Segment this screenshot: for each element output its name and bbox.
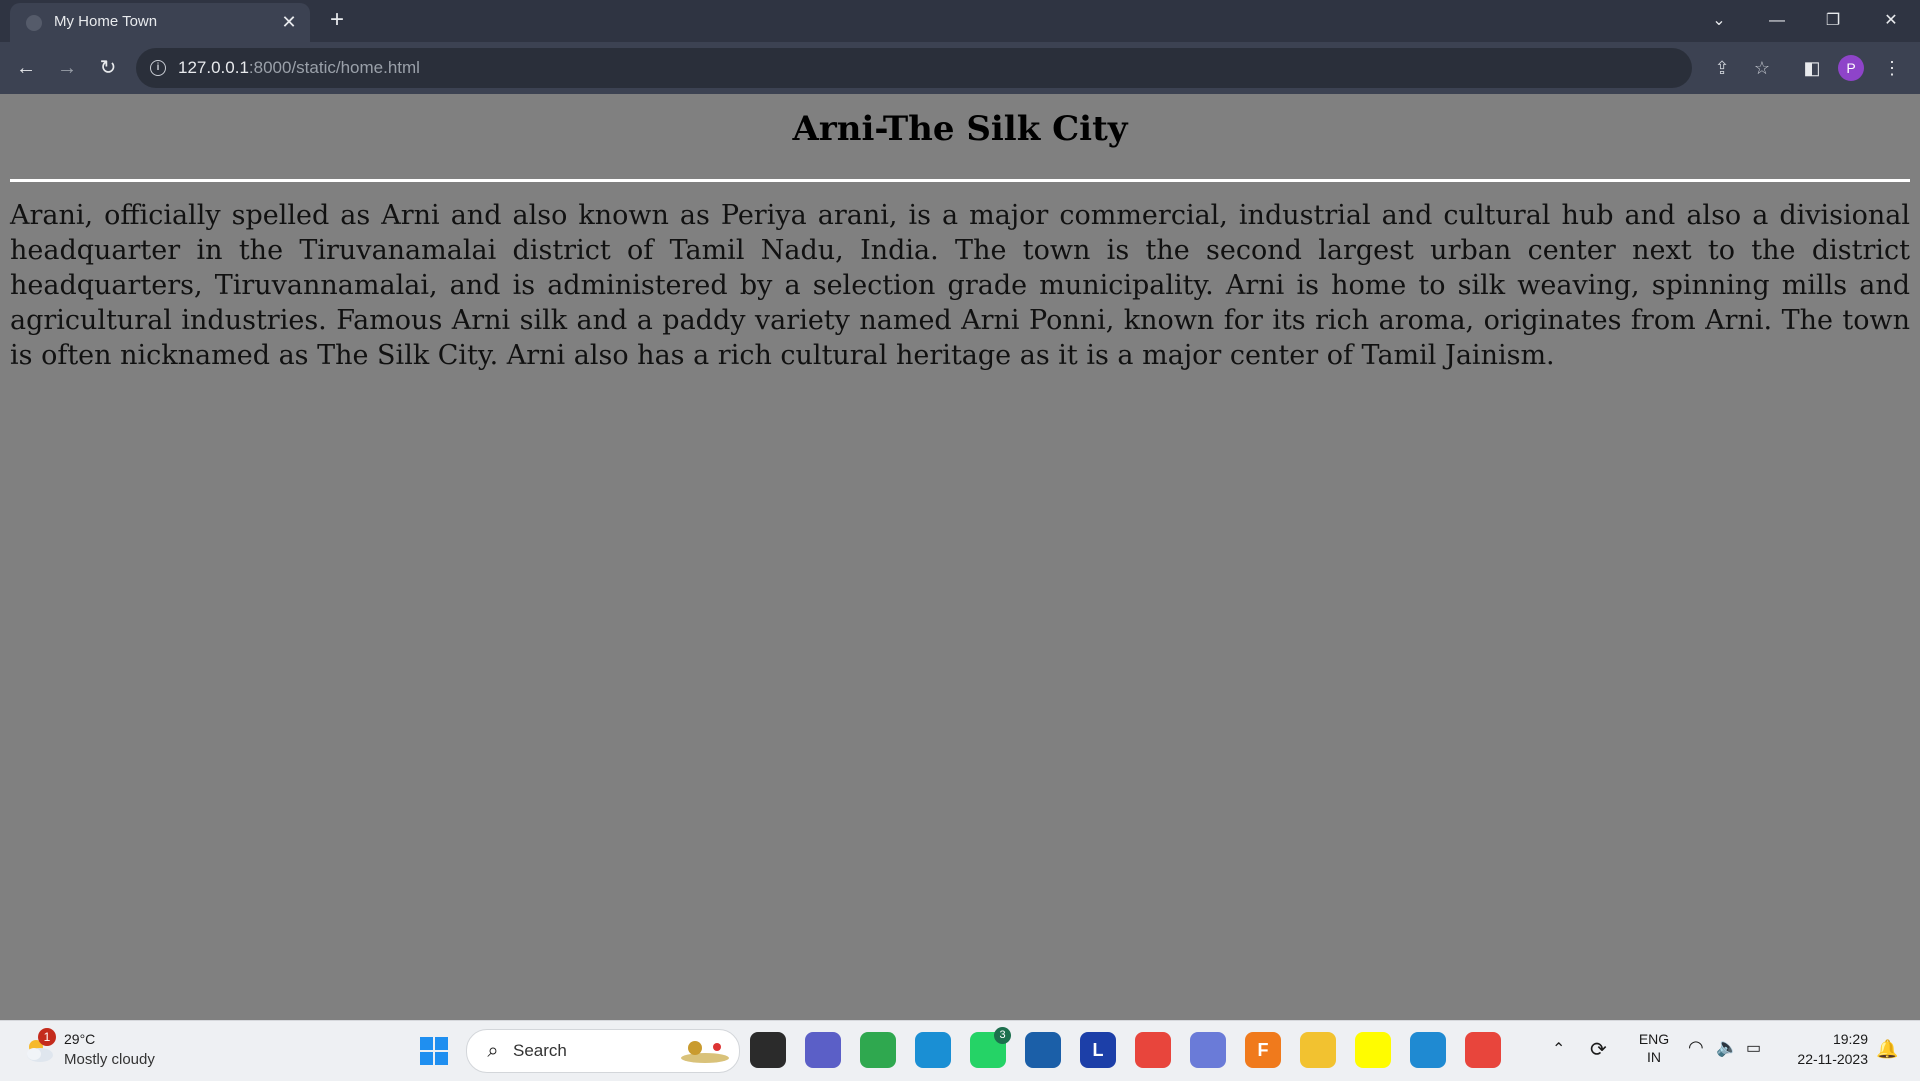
minimize-button[interactable]: —: [1760, 6, 1794, 36]
search-highlight-icon: [681, 1041, 729, 1063]
forward-button[interactable]: →: [51, 52, 83, 84]
tab-strip: My Home Town ✕ + ⌄ — ❐ ✕: [0, 0, 1920, 42]
close-tab-icon[interactable]: ✕: [278, 11, 300, 33]
windows-taskbar: 1 29°C Mostly cloudy ⌕ Search 3 L F ⌃ ⟳ EN…: [0, 1020, 1920, 1081]
side-panel-icon[interactable]: ◧: [1796, 52, 1828, 84]
snapchat-icon[interactable]: [1355, 1032, 1391, 1068]
a-app-icon[interactable]: [1190, 1032, 1226, 1068]
windows-start-icon[interactable]: [420, 1037, 448, 1065]
ms-store-icon[interactable]: [1025, 1032, 1061, 1068]
horizontal-rule: [10, 179, 1910, 182]
browser-tab[interactable]: My Home Town ✕: [10, 3, 310, 42]
weather-description[interactable]: Mostly cloudy: [64, 1051, 155, 1068]
vscode-icon[interactable]: [1410, 1032, 1446, 1068]
body-paragraph: Arani, officially spelled as Arni and al…: [10, 200, 1910, 371]
menu-kebab-icon[interactable]: ⋮: [1876, 52, 1908, 84]
profile-avatar[interactable]: P: [1838, 55, 1864, 81]
sync-icon[interactable]: ⟳: [1590, 1037, 1607, 1062]
page-title: Arni-The Silk City: [792, 109, 1128, 149]
weather-temperature[interactable]: 29°C: [64, 1031, 95, 1047]
task-view-icon[interactable]: [750, 1032, 786, 1068]
search-placeholder: Search: [513, 1041, 567, 1060]
chrome-profile-icon[interactable]: [1465, 1032, 1501, 1068]
edge-icon[interactable]: [915, 1032, 951, 1068]
search-icon: ⌕: [487, 1040, 499, 1062]
language-indicator[interactable]: ENG IN: [1634, 1031, 1674, 1065]
battery-icon[interactable]: ▭: [1746, 1038, 1761, 1058]
reload-button[interactable]: ↻: [92, 52, 124, 84]
back-button[interactable]: ←: [10, 52, 42, 84]
url-text[interactable]: 127.0.0.1:8000/static/home.html: [178, 58, 420, 78]
restore-button[interactable]: ❐: [1816, 6, 1850, 36]
whatsapp-badge: 3: [994, 1027, 1011, 1044]
notification-bell-icon[interactable]: 🔔: [1876, 1039, 1898, 1060]
taskbar-search[interactable]: ⌕ Search: [466, 1029, 740, 1073]
loader-app-icon[interactable]: [860, 1032, 896, 1068]
clock-time[interactable]: 19:29: [1800, 1031, 1868, 1047]
fusion-360-icon[interactable]: F: [1245, 1032, 1281, 1068]
browser-toolbar: ← → ↻ i 127.0.0.1:8000/static/home.html …: [0, 42, 1920, 94]
close-window-button[interactable]: ✕: [1874, 6, 1908, 36]
file-explorer-icon[interactable]: [1300, 1032, 1336, 1068]
site-info-icon[interactable]: i: [150, 60, 166, 76]
volume-icon[interactable]: 🔈: [1716, 1037, 1738, 1058]
share-icon[interactable]: ⇪: [1710, 56, 1734, 80]
weather-alert-badge: 1: [38, 1028, 56, 1046]
bookmark-star-icon[interactable]: ☆: [1750, 56, 1774, 80]
teams-chat-icon[interactable]: [805, 1032, 841, 1068]
wifi-icon[interactable]: ◠: [1688, 1037, 1704, 1058]
show-hidden-icons-chevron-icon[interactable]: ⌃: [1552, 1039, 1565, 1059]
new-tab-button[interactable]: +: [324, 8, 350, 34]
clock-date[interactable]: 22-11-2023: [1780, 1051, 1868, 1067]
tab-search-icon[interactable]: ⌄: [1702, 6, 1736, 36]
address-bar[interactable]: i 127.0.0.1:8000/static/home.html ⇪ ☆: [136, 48, 1770, 88]
page-content: Arni-The Silk City Arani, officially spe…: [0, 94, 1920, 1020]
globe-icon: [26, 15, 42, 31]
chrome-icon[interactable]: [1135, 1032, 1171, 1068]
l-app-icon[interactable]: L: [1080, 1032, 1116, 1068]
tab-title: My Home Town: [54, 13, 158, 30]
